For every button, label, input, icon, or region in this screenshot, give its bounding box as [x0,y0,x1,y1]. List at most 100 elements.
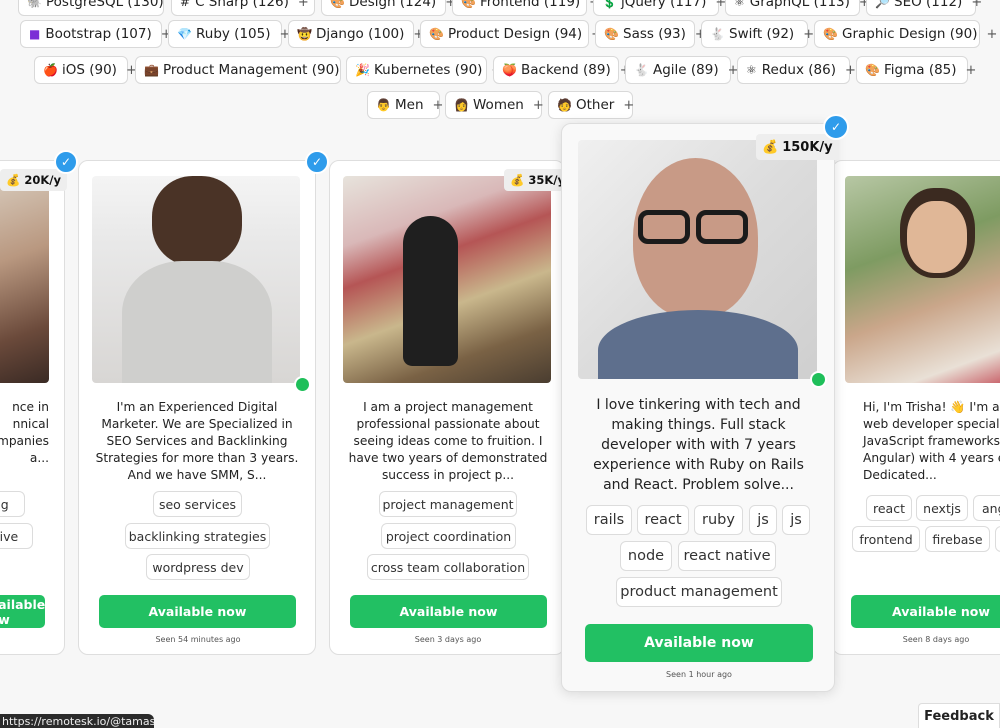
skill-tag[interactable]: firebase [925,526,990,552]
skill-tag[interactable]: node [620,541,672,571]
salary-label: 20K/y [24,173,61,187]
online-indicator [810,371,827,388]
filter-chip-redux[interactable]: ⚛ Redux (86) + [737,56,856,84]
filter-chip-women[interactable]: 👩 Women + [445,91,544,119]
chip-label: SEO (112) [894,0,963,10]
palette-icon: 🎨 [604,27,619,41]
filter-chip-product-management[interactable]: 💼Product Management (90)+ [135,56,359,84]
last-seen-text: Seen 3 days ago [414,635,482,644]
peach-icon: 🍑 [502,63,517,77]
available-now-button[interactable]: Available now [0,595,45,628]
profile-card[interactable]: Hi, I'm Trisha! 👋 I'm a fro web develope… [832,160,1000,655]
person-icon: 🧑 [557,98,572,112]
filter-chip-postgresql[interactable]: 🐘PostgreSQL (130)+ [18,0,184,16]
filter-chip-product-design[interactable]: 🎨Product Design (94)+ [420,20,602,48]
skill-tag[interactable]: wordpress dev [146,554,250,580]
plus-icon: + [297,0,309,10]
photo-face-shape [907,201,967,273]
skill-tag[interactable]: ang [973,495,1000,521]
profile-photo [343,176,551,383]
magnifier-icon: 🔎 [875,0,890,9]
filter-chip-figma[interactable]: 🎨 Figma (85) + [856,56,976,84]
skill-tag[interactable]: react [866,495,912,521]
skill-tag[interactable]: project management [379,491,517,517]
profile-photo [578,140,817,379]
plus-icon: + [803,26,815,42]
palette-icon: 🎨 [823,27,838,41]
filter-chip-django[interactable]: 🤠 Django (100) + [288,20,424,48]
plus-icon: + [532,97,544,113]
last-seen-text: Seen 8 days ago [902,635,970,644]
chip-label: jQuery (117) [621,0,707,10]
filter-chip-design[interactable]: 🎨 Design (124) + [321,0,456,16]
cowboy-icon: 🤠 [297,27,312,41]
rabbit-icon: 🐇 [634,63,649,77]
profile-bio: nce in nnical mpanies a... [0,400,49,465]
bootstrap-icon: ■ [29,27,41,41]
skill-tag[interactable]: backlinking strategies [125,523,270,549]
filter-chip-swift[interactable]: 🐇 Swift (92) + [701,20,814,48]
filter-chip-kubernetes[interactable]: 🎉Kubernetes (90)+ [346,56,502,84]
atom-icon: ⚛ [734,0,745,9]
available-now-button[interactable]: Available now [585,624,813,662]
skill-tag[interactable]: frontend [852,526,920,552]
plus-icon: + [971,0,983,10]
chip-label: PostgreSQL (130) [46,0,164,10]
postgresql-icon: 🐘 [27,0,42,9]
filter-chip-agile[interactable]: 🐇 Agile (89) + [625,56,739,84]
skill-tag[interactable]: cross team collaboration [367,554,529,580]
briefcase-icon: 💼 [144,63,159,77]
skill-tag[interactable]: seo services [153,491,242,517]
filter-chip-graphql[interactable]: ⚛ GraphQL (113) + [725,0,870,16]
link-status-bar: https://remotesk.io/@tamas [0,714,154,728]
chip-label: C Sharp (126) [195,0,289,10]
filter-chip-jquery[interactable]: 💲 jQuery (117) + [593,0,726,16]
available-now-button[interactable]: Available now [350,595,547,628]
skill-tag[interactable]: ing [0,491,25,517]
profile-bio: I love tinkering with tech and making th… [593,397,804,493]
filter-chip-graphic-design[interactable]: 🎨 Graphic Design (90) + [814,20,997,48]
filter-chip-other[interactable]: 🧑 Other + [548,91,634,119]
filter-chip-men[interactable]: 👨 Men + [367,91,443,119]
skill-tag[interactable]: ruby [694,505,743,535]
filter-chip-ios[interactable]: 🍎 iOS (90) + [34,56,137,84]
available-now-button[interactable]: Available now [851,595,1000,628]
chip-label: Kubernetes (90) [374,62,483,78]
profile-bio: Hi, I'm Trisha! 👋 I'm a fro web develope… [863,400,1000,482]
chip-label: iOS (90) [62,62,117,78]
filter-chip-backend[interactable]: 🍑Backend (89)+ [493,56,631,84]
profile-card-active[interactable]: 💰 150K/y I love tinkering with tech and m… [561,114,849,692]
profile-photo [845,176,1000,383]
photo-glasses-right [696,210,748,244]
filter-chip-frontend[interactable]: 🎨Frontend (119)+ [452,0,600,16]
verified-icon: ✓ [54,150,78,174]
filter-chip-csharp[interactable]: # C Sharp (126) + [171,0,315,16]
skill-tag[interactable]: rails [586,505,632,535]
skill-tag[interactable]: js [749,505,777,535]
dollar-icon: 💲 [602,0,617,9]
skill-tag[interactable]: js [782,505,810,535]
skill-tag[interactable] [995,526,1000,552]
rabbit-icon: 🐇 [710,27,725,41]
skill-tag[interactable]: product management [616,577,782,607]
verified-icon: ✓ [823,114,849,140]
feedback-button[interactable]: Feedback [918,703,1000,728]
photo-person-shape [403,216,458,366]
plus-icon: + [844,62,856,78]
palette-icon: 🎨 [865,63,880,77]
profile-card[interactable]: I am a project management professional p… [329,160,565,655]
chip-label: Agile (89) [653,62,719,78]
skill-tag[interactable]: project coordination [381,523,516,549]
filter-chip-sass[interactable]: 🎨Sass (93)+ [595,20,706,48]
profile-card[interactable]: I'm an Experienced Digital Marketer. We … [78,160,316,655]
skill-tag[interactable]: nextjs [916,495,968,521]
filter-chip-bootstrap[interactable]: ■ Bootstrap (107) + [20,20,172,48]
skill-tag[interactable]: react native [678,541,776,571]
filter-chip-ruby[interactable]: 💎 Ruby (105) + [168,20,290,48]
available-now-button[interactable]: Available now [99,595,296,628]
photo-shirt-shape [122,261,272,383]
skill-tag[interactable]: ctive [0,523,33,549]
filter-chip-seo[interactable]: 🔎 SEO (112) + [866,0,982,16]
skill-tag[interactable]: react [637,505,689,535]
profile-card[interactable]: nce in nnical mpanies a... ing ctive Ava… [0,160,65,655]
